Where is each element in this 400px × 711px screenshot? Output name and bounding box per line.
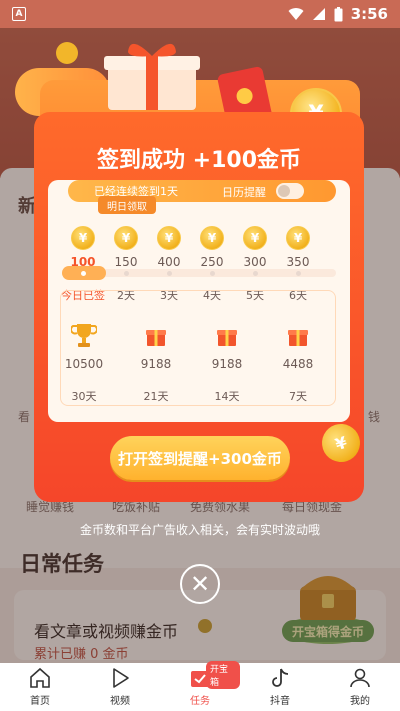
nav-video[interactable]: 视频 <box>80 663 160 711</box>
coin-icon: ¥ <box>286 226 310 250</box>
nav-douyin[interactable]: 抖音 <box>240 663 320 711</box>
nav-home[interactable]: 首页 <box>0 663 80 711</box>
milestone-day: 30天 <box>71 390 97 403</box>
enable-reminder-button[interactable]: 打开签到提醒+300金币 <box>110 436 290 480</box>
nav-label: 我的 <box>350 696 370 707</box>
gift-icon <box>217 330 237 346</box>
progress-dot <box>210 271 215 276</box>
reward-amount: 250 <box>200 255 224 269</box>
milestone-day: 14天 <box>214 390 240 403</box>
milestone-day: 7天 <box>289 390 307 403</box>
bottom-nav: 首页 视频 任务 开宝箱 抖音 我的 <box>0 661 400 711</box>
popup-title: 签到成功 +100金币 <box>96 148 302 173</box>
signal-icon <box>312 8 325 20</box>
home-icon <box>30 667 50 688</box>
coin-icon: ¥ <box>200 226 224 250</box>
tiktok-icon <box>272 668 289 687</box>
milestone-amount: 10500 <box>64 357 104 371</box>
notification-icon: A <box>12 7 26 21</box>
wifi-icon <box>288 8 304 20</box>
gift-box-icon <box>104 43 200 110</box>
nav-badge: 开宝箱 <box>206 661 240 689</box>
nav-label: 抖音 <box>270 696 290 707</box>
progress-dot <box>81 271 86 276</box>
coin-icon: ¥ <box>243 226 267 250</box>
profile-icon <box>350 668 370 688</box>
milestone-amount: 9188 <box>140 357 172 371</box>
reward-amount: 400 <box>157 255 181 269</box>
progress-dot <box>253 271 258 276</box>
milestone-amount: 4488 <box>282 357 314 371</box>
reward-amount: 350 <box>286 255 310 269</box>
clock: 3:56 <box>350 5 388 23</box>
nav-tasks[interactable]: 任务 开宝箱 <box>160 661 240 711</box>
nav-label: 视频 <box>110 696 130 707</box>
milestone-day: 21天 <box>143 390 169 403</box>
coin-icon: ¥ <box>71 226 95 250</box>
progress-dot <box>124 271 129 276</box>
tomorrow-tag: 明日领取 <box>98 196 156 214</box>
trophy-icon <box>71 324 97 347</box>
gift-icon <box>288 330 308 346</box>
reward-amount: 150 <box>114 255 138 269</box>
play-icon <box>113 668 129 688</box>
battery-icon <box>334 6 343 21</box>
nav-profile[interactable]: 我的 <box>320 663 400 711</box>
reward-amount: 300 <box>243 255 267 269</box>
close-button[interactable]: ✕ <box>180 564 220 604</box>
nav-label: 任务 <box>190 696 210 707</box>
nav-label: 首页 <box>30 696 50 707</box>
coin-icon: ¥ <box>114 226 138 250</box>
coin-icon: ¥ <box>157 226 181 250</box>
status-bar: A 3:56 <box>0 0 400 28</box>
calendar-reminder-toggle[interactable] <box>276 183 304 199</box>
coin-icon <box>56 42 78 64</box>
calendar-reminder-label: 日历提醒 <box>222 186 266 199</box>
milestone-amount: 9188 <box>211 357 243 371</box>
coin-disclaimer: 金币数和平台广告收入相关，会有实时波动哦 <box>79 523 320 537</box>
progress-dot <box>167 271 172 276</box>
gift-icon <box>146 330 166 346</box>
progress-dot <box>296 271 301 276</box>
